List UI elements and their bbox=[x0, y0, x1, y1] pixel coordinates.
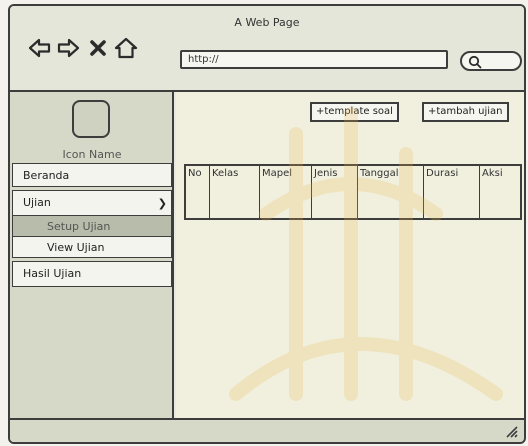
back-button[interactable] bbox=[28, 36, 52, 60]
sidebar-item-beranda[interactable]: Beranda bbox=[12, 163, 172, 187]
table-header-cell: Jenis bbox=[312, 166, 358, 218]
sidebar-item-label: Ujian bbox=[23, 196, 51, 209]
exam-table: No Kelas Mapel Jenis Tanggal Durasi Aksi bbox=[184, 164, 522, 220]
avatar-icon bbox=[72, 100, 110, 138]
sidebar-subitem-setup-ujian[interactable]: Setup Ujian bbox=[12, 215, 172, 237]
close-icon bbox=[90, 40, 106, 56]
table-header-cell: Aksi bbox=[482, 168, 503, 179]
home-button[interactable] bbox=[114, 36, 138, 60]
browser-toolbar: A Web Page http:// bbox=[10, 6, 524, 92]
arrow-right-icon bbox=[57, 38, 80, 58]
table-header-cell: Durasi bbox=[424, 166, 480, 218]
main-content: +template soal +tambah ujian No Kelas Ma… bbox=[176, 92, 524, 422]
browser-search-input[interactable] bbox=[460, 51, 522, 71]
chevron-right-icon: ❯ bbox=[157, 197, 167, 210]
sidebar-item-label: View Ujian bbox=[47, 241, 105, 254]
window-title: A Web Page bbox=[234, 16, 300, 29]
resize-grip-icon[interactable] bbox=[504, 424, 518, 438]
browser-window: A Web Page http:// Icon Name Beranda Uji… bbox=[8, 4, 526, 444]
table-header-cell: No bbox=[186, 166, 210, 218]
table-header-cell: Mapel bbox=[260, 166, 312, 218]
sidebar-subitem-view-ujian[interactable]: View Ujian bbox=[12, 236, 172, 258]
sidebar-item-label: Setup Ujian bbox=[47, 220, 111, 233]
sidebar-item-label: Beranda bbox=[23, 169, 70, 182]
forward-button[interactable] bbox=[56, 36, 80, 60]
table-header-cell: Kelas bbox=[210, 166, 260, 218]
table-header-cell: Tanggal bbox=[358, 166, 424, 218]
sidebar-item-ujian[interactable]: Ujian ❯ bbox=[12, 190, 172, 216]
arrow-left-icon bbox=[28, 38, 51, 58]
url-input[interactable]: http:// bbox=[180, 50, 448, 69]
sidebar-item-label: Hasil Ujian bbox=[23, 267, 82, 280]
template-soal-button[interactable]: +template soal bbox=[310, 102, 399, 122]
home-icon bbox=[114, 37, 138, 59]
tambah-ujian-button[interactable]: +tambah ujian bbox=[422, 102, 509, 122]
search-icon bbox=[468, 55, 482, 69]
avatar-label: Icon Name bbox=[62, 148, 122, 161]
sidebar-menu: Beranda Ujian ❯ Setup Ujian View Ujian H… bbox=[12, 163, 172, 287]
status-bar bbox=[10, 418, 524, 442]
stop-button[interactable] bbox=[86, 36, 110, 60]
sidebar: Icon Name Beranda Ujian ❯ Setup Ujian Vi… bbox=[10, 92, 174, 442]
sidebar-item-hasil-ujian[interactable]: Hasil Ujian bbox=[12, 261, 172, 287]
